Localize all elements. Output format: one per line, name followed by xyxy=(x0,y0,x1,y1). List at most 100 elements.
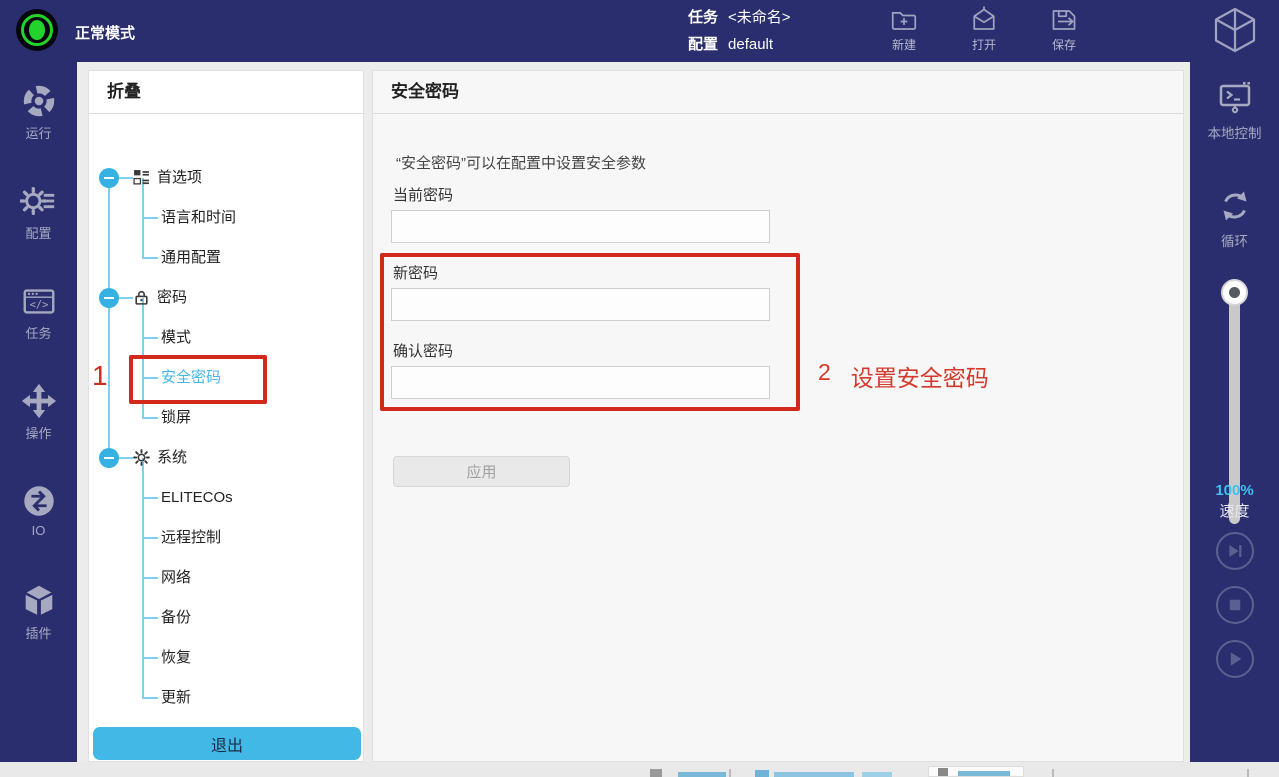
right-sidebar: 本地控制 循环 100% 速度 xyxy=(1190,62,1279,777)
stop-button[interactable] xyxy=(1216,586,1254,624)
top-bar: 正常模式 任务 <未命名> 配置 default 新建 xyxy=(0,0,1279,62)
tree-node-preferences[interactable]: 首选项 xyxy=(89,158,363,198)
annotation-step-2-number: 2 xyxy=(818,359,831,393)
taskbar-peek-item xyxy=(958,771,1010,776)
save-task-label: 保存 xyxy=(1052,36,1076,53)
taskbar-peek xyxy=(0,762,1279,777)
settings-tree-panel: 折叠 xyxy=(88,70,364,762)
annotation-step-2: 2 设置安全密码 xyxy=(818,359,989,393)
taskbar-peek-item xyxy=(862,772,892,777)
config-label: 配置 xyxy=(688,36,718,53)
tree-node-restore[interactable]: 恢复 xyxy=(89,638,363,678)
taskbar-peek-icon xyxy=(650,769,662,777)
sidebar-item-plugin[interactable]: 插件 xyxy=(0,582,77,658)
settings-gear-icon xyxy=(20,182,58,220)
current-password-label: 当前密码 xyxy=(393,184,453,205)
play-button[interactable] xyxy=(1216,640,1254,678)
task-label: 任务 xyxy=(688,9,718,26)
run-icon xyxy=(20,82,58,120)
sidebar-label-plugin: 插件 xyxy=(25,623,51,642)
taskbar-peek-item xyxy=(678,772,726,777)
confirm-password-label: 确认密码 xyxy=(393,340,453,361)
current-password-input[interactable] xyxy=(391,210,770,243)
tree-node-language-time[interactable]: 语言和时间 xyxy=(89,198,363,238)
tree-node-elitecos[interactable]: ELITECOs xyxy=(89,478,363,518)
io-arrows-icon xyxy=(20,482,58,520)
new-task-button[interactable]: 新建 xyxy=(880,5,928,53)
loop-button[interactable]: 循环 xyxy=(1190,186,1279,250)
loop-arrows-icon xyxy=(1215,186,1255,226)
tree-node-password[interactable]: 密码 xyxy=(89,278,363,318)
sidebar-label-operate: 操作 xyxy=(25,423,51,442)
tree-node-mode[interactable]: 模式 xyxy=(89,318,363,358)
collapse-toggle-icon[interactable] xyxy=(99,288,119,308)
save-task-button[interactable]: 保存 xyxy=(1040,5,1088,53)
exit-button[interactable]: 退出 xyxy=(93,727,361,760)
collapse-toggle-icon[interactable] xyxy=(99,448,119,468)
speed-percentage: 100% xyxy=(1190,482,1279,499)
annotation-step-2-text: 设置安全密码 xyxy=(851,359,989,393)
apply-button[interactable]: 应用 xyxy=(393,456,570,487)
tree-node-backup[interactable]: 备份 xyxy=(89,598,363,638)
code-window-icon: </> xyxy=(20,282,58,320)
tree-node-update[interactable]: 更新 xyxy=(89,678,363,718)
svg-text:</>: </> xyxy=(29,299,48,311)
taskbar-peek-divider xyxy=(729,769,731,777)
local-control-label: 本地控制 xyxy=(1208,122,1262,142)
tree-node-network[interactable]: 网络 xyxy=(89,558,363,598)
left-sidebar: 运行 配置 </> 任务 xyxy=(0,62,77,777)
new-task-label: 新建 xyxy=(892,36,916,53)
mode-label: 正常模式 xyxy=(75,22,135,43)
taskbar-peek-item xyxy=(774,772,854,777)
sidebar-label-run: 运行 xyxy=(25,123,51,142)
sidebar-label-task: 任务 xyxy=(25,323,51,342)
sidebar-item-config[interactable]: 配置 xyxy=(0,182,77,258)
taskbar-peek-icon xyxy=(938,768,948,776)
open-task-button[interactable]: 打开 xyxy=(960,5,1008,53)
tree-panel-title[interactable]: 折叠 xyxy=(89,71,363,114)
collapse-toggle-icon[interactable] xyxy=(99,168,119,188)
brand-cube-logo-icon xyxy=(1211,6,1259,54)
preferences-icon xyxy=(133,169,150,186)
new-password-input[interactable] xyxy=(391,288,770,321)
step-button[interactable] xyxy=(1216,532,1254,570)
tree-node-system[interactable]: 系统 xyxy=(89,438,363,478)
sidebar-item-io[interactable]: IO xyxy=(0,482,77,558)
sidebar-item-task[interactable]: </> 任务 xyxy=(0,282,77,358)
config-value: default xyxy=(728,36,773,53)
local-control-terminal-icon xyxy=(1215,80,1255,118)
confirm-password-input[interactable] xyxy=(391,366,770,399)
tree-node-lock-screen[interactable]: 锁屏 xyxy=(89,398,363,438)
local-control-button[interactable]: 本地控制 xyxy=(1190,80,1279,142)
safety-password-panel: 安全密码 “安全密码”可以在配置中设置安全参数 当前密码 新密码 确认密码 应用… xyxy=(372,70,1184,762)
taskbar-peek-divider xyxy=(1247,769,1249,777)
move-arrows-icon xyxy=(20,382,58,420)
sidebar-label-config: 配置 xyxy=(25,223,51,242)
annotation-step-1: 1 xyxy=(92,360,108,392)
mode-status-indicator[interactable] xyxy=(16,9,58,51)
save-file-icon xyxy=(1049,5,1079,35)
tree-node-remote-control[interactable]: 远程控制 xyxy=(89,518,363,558)
tree-node-safety-password[interactable]: 安全密码 xyxy=(89,358,363,398)
sidebar-label-io: IO xyxy=(32,523,46,538)
task-value: <未命名> xyxy=(728,9,791,26)
new-password-label: 新密码 xyxy=(393,262,438,283)
open-task-label: 打开 xyxy=(972,36,996,53)
task-config-block: 任务 <未命名> 配置 default xyxy=(688,4,791,58)
speed-label: 速度 xyxy=(1190,500,1279,521)
lock-icon xyxy=(133,289,150,306)
plugin-cube-icon xyxy=(20,582,58,620)
safety-password-description: “安全密码”可以在配置中设置安全参数 xyxy=(396,152,646,173)
new-file-icon xyxy=(889,5,919,35)
mode-dot-icon xyxy=(29,20,45,40)
main-panel-title: 安全密码 xyxy=(373,71,1183,114)
sidebar-item-run[interactable]: 运行 xyxy=(0,82,77,158)
system-gear-icon xyxy=(133,449,150,466)
taskbar-peek-icon xyxy=(755,770,769,777)
taskbar-peek-divider xyxy=(1052,769,1054,777)
tree-node-general-config[interactable]: 通用配置 xyxy=(89,238,363,278)
sidebar-item-operate[interactable]: 操作 xyxy=(0,382,77,458)
speed-slider-knob[interactable] xyxy=(1221,279,1248,306)
open-file-icon xyxy=(969,5,999,35)
loop-label: 循环 xyxy=(1221,230,1248,250)
